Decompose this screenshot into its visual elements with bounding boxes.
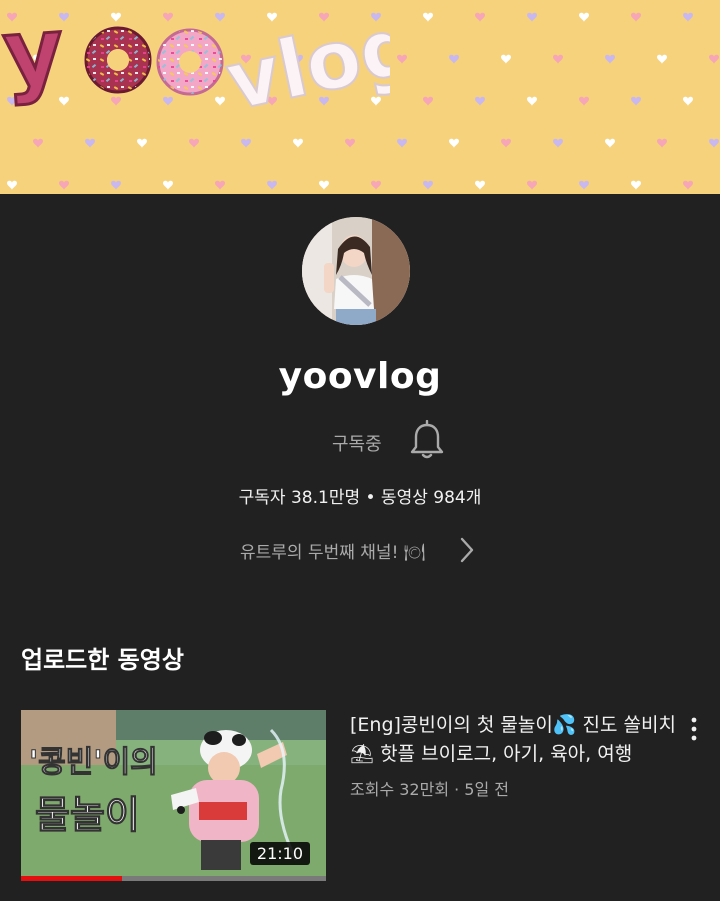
bell-icon[interactable] [408, 420, 446, 460]
heart-decoration [111, 180, 121, 190]
video-list-item[interactable]: '콩빈'이의 물놀이 21:10 [Eng]콩빈이의 첫 물놀이💦 진도 쏠비치… [0, 708, 720, 884]
heart-decoration [449, 54, 459, 64]
heart-decoration [475, 96, 485, 106]
heart-decoration [475, 180, 485, 190]
video-title[interactable]: [Eng]콩빈이의 첫 물놀이💦 진도 쏠비치⛱ 핫플 브이로그, 아기, 육아… [350, 711, 678, 769]
watch-progress-bar [21, 876, 122, 881]
heart-decoration [267, 180, 277, 190]
heart-decoration [605, 138, 615, 148]
heart-decoration [33, 138, 43, 148]
heart-decoration [579, 96, 589, 106]
watch-progress-track [21, 876, 326, 881]
video-meta: 조회수 32만회 · 5일 전 [350, 780, 510, 799]
chevron-right-icon [460, 537, 474, 563]
heart-decoration [579, 180, 589, 190]
heart-decoration [553, 54, 563, 64]
channel-name: yoovlog [278, 356, 442, 397]
heart-decoration [631, 180, 641, 190]
heart-decoration [137, 138, 147, 148]
heart-decoration [397, 54, 407, 64]
heart-decoration [527, 180, 537, 190]
video-thumbnail[interactable]: '콩빈'이의 물놀이 21:10 [21, 710, 326, 881]
heart-decoration [59, 180, 69, 190]
svg-text:y: y [0, 0, 67, 108]
channel-stats: 구독자 38.1만명 • 동영상 984개 [238, 488, 482, 508]
heart-decoration [423, 96, 433, 106]
more-vert-icon[interactable] [684, 716, 704, 742]
heart-decoration [345, 138, 355, 148]
heart-decoration [241, 138, 251, 148]
channel-description-link[interactable]: 유트루의 두번째 채널! 🍽 [0, 532, 720, 566]
channel-banner: y vlog [0, 0, 720, 194]
heart-decoration [293, 138, 303, 148]
heart-decoration [371, 180, 381, 190]
video-duration: 21:10 [249, 842, 310, 865]
heart-decoration [709, 54, 719, 64]
heart-decoration [449, 138, 459, 148]
heart-decoration [215, 180, 225, 190]
heart-decoration [683, 180, 693, 190]
heart-decoration [423, 12, 433, 22]
heart-decoration [319, 180, 329, 190]
heart-decoration [501, 138, 511, 148]
heart-decoration [501, 54, 511, 64]
heart-decoration [631, 12, 641, 22]
heart-decoration [709, 138, 719, 148]
heart-decoration [553, 138, 563, 148]
thumbnail-text-line2: 물놀이 [35, 793, 140, 837]
heart-decoration [605, 54, 615, 64]
thumbnail-text-line1: '콩빈'이의 [29, 745, 158, 780]
heart-decoration [631, 96, 641, 106]
svg-text:vlog: vlog [219, 0, 390, 120]
heart-decoration [683, 96, 693, 106]
heart-decoration [85, 138, 95, 148]
heart-decoration [657, 54, 667, 64]
heart-decoration [527, 96, 537, 106]
subscribed-button[interactable]: 구독중 [332, 430, 382, 456]
heart-decoration [527, 12, 537, 22]
banner-logo: y vlog [0, 0, 390, 120]
heart-decoration [189, 138, 199, 148]
channel-description: 유트루의 두번째 채널! 🍽 [240, 543, 426, 563]
subscription-row: 구독중 [0, 418, 720, 462]
heart-decoration [657, 138, 667, 148]
section-title: 업로드한 동영상 [21, 646, 184, 674]
heart-decoration [7, 180, 17, 190]
heart-decoration [397, 138, 407, 148]
heart-decoration [475, 12, 485, 22]
heart-decoration [423, 180, 433, 190]
heart-decoration [163, 180, 173, 190]
channel-avatar[interactable] [302, 217, 410, 325]
avatar-image [302, 217, 410, 325]
heart-decoration [683, 12, 693, 22]
heart-decoration [579, 12, 589, 22]
